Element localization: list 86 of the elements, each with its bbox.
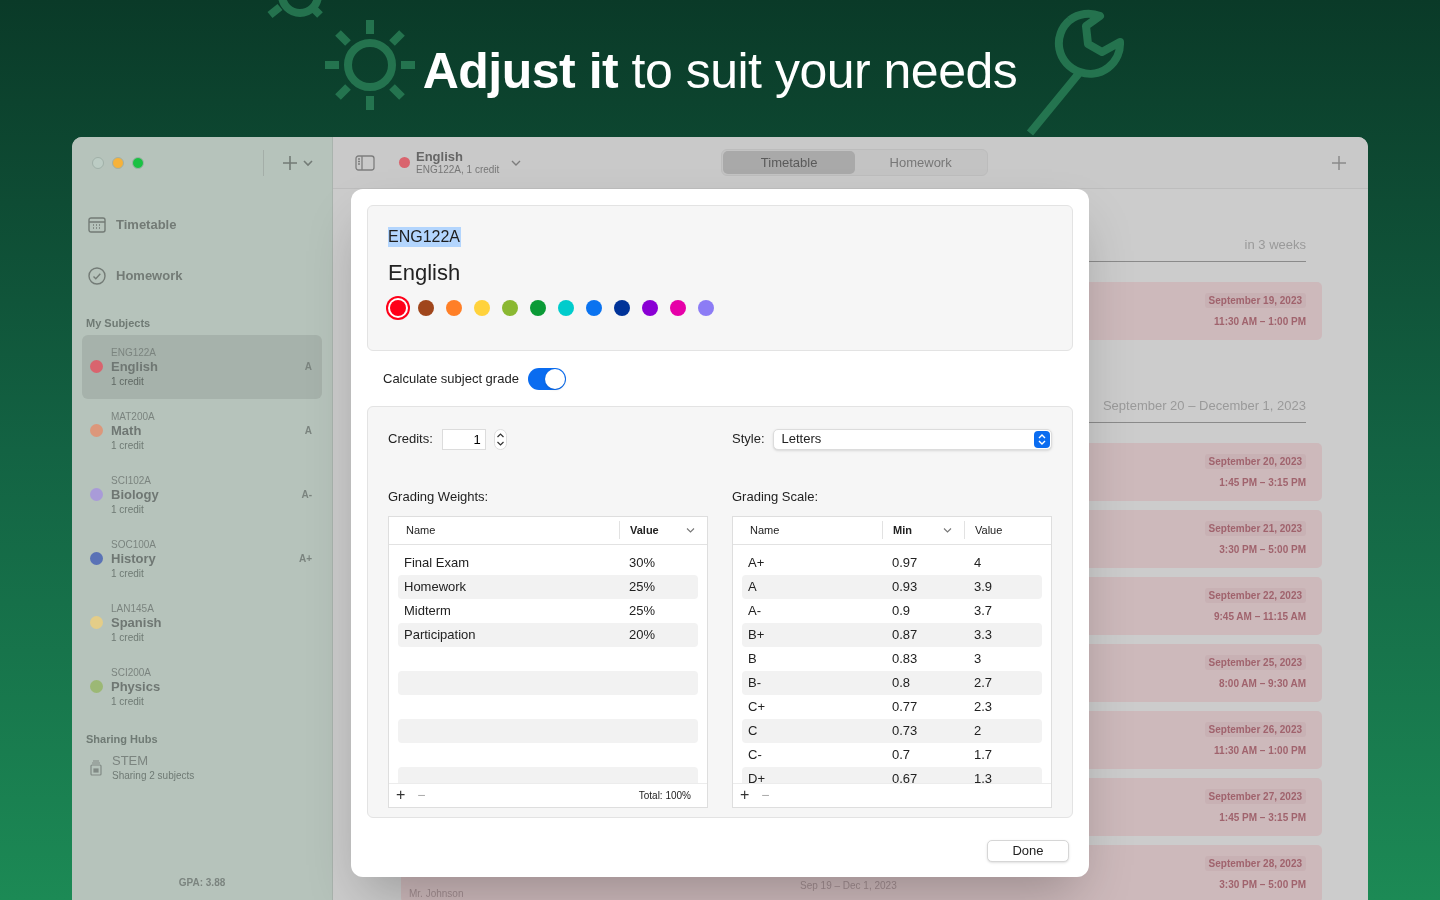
subject-code: SCI102A — [111, 473, 153, 487]
hub-name: STEM — [112, 753, 150, 769]
field-label: Style: — [732, 430, 765, 449]
hub-detail: Sharing 2 subjects — [112, 769, 195, 782]
lesson-date: September 21, 2023 — [1204, 521, 1306, 536]
table-cell-text: Homework — [403, 577, 468, 596]
table-cell-text: 0.9 — [891, 601, 912, 620]
lesson-time: 11:30 AM – 1:00 PM — [1214, 315, 1306, 328]
table-cell-text: A- — [747, 601, 762, 620]
table-cell-text: C+ — [747, 697, 766, 716]
subject-name: English — [111, 358, 159, 375]
lesson-date: September 27, 2023 — [1204, 789, 1306, 804]
subject-code: MAT200A — [111, 409, 156, 423]
table-cell-text: 1.3 — [973, 769, 994, 783]
lesson-date: September 19, 2023 — [1204, 293, 1306, 308]
table-cell-text: 25% — [628, 577, 657, 596]
headline: Adjust it to suit your needs — [421, 42, 1019, 100]
section-heading: Sharing Hubs — [85, 731, 159, 747]
table-cell-text: 3.7 — [973, 601, 994, 620]
table-cell-text: B+ — [747, 625, 766, 644]
field-label: Credits: — [388, 430, 433, 449]
table-cell-text: 0.67 — [891, 769, 919, 783]
table-cell-text: B — [747, 649, 758, 668]
table-title: Grading Scale: — [732, 488, 819, 507]
table-cell-text: 1.7 — [973, 745, 994, 764]
table-cell-text: A — [747, 577, 758, 596]
credit-count: 1 credit — [111, 502, 145, 516]
subject-name: Biology — [111, 486, 160, 503]
table-cell-text: 25% — [628, 601, 657, 620]
lesson-time: 3:30 PM – 5:00 PM — [1219, 878, 1306, 891]
table-cell-text: 3.3 — [973, 625, 994, 644]
credit-count: 1 credit — [111, 694, 145, 708]
lesson-date: September 26, 2023 — [1204, 722, 1306, 737]
credit-count: 1 credit — [111, 630, 145, 644]
lesson-time: 9:45 AM – 11:15 AM — [1213, 610, 1306, 623]
subject-name: Math — [111, 422, 143, 439]
table-cell-text: 3 — [973, 649, 983, 668]
table-cell-text: C — [747, 721, 759, 740]
table-cell-text: 4 — [973, 553, 983, 572]
credit-count: 1 credit — [111, 438, 145, 452]
table-cell-text: 2 — [973, 721, 983, 740]
table-cell-text: D+ — [747, 769, 766, 783]
table-cell-text: 0.73 — [891, 721, 919, 740]
table-cell-text: 0.8 — [891, 673, 912, 692]
table-cell-text: 0.83 — [891, 649, 919, 668]
toggle-label: Calculate subject grade — [383, 369, 519, 388]
lesson-time: 11:30 AM – 1:00 PM — [1214, 744, 1306, 757]
lesson-time: 8:00 AM – 9:30 AM — [1218, 677, 1306, 690]
table-cell-text: A+ — [747, 553, 766, 572]
subject-name: Spanish — [111, 614, 163, 631]
table-cell-text: 0.7 — [891, 745, 912, 764]
gpa-label: GPA: 3.88 — [177, 876, 227, 890]
table-cell-text: Final Exam — [403, 553, 471, 572]
table-cell-text: Participation — [403, 625, 477, 644]
table-title: Grading Weights: — [388, 488, 490, 507]
table-cell-text: 0.97 — [891, 553, 919, 572]
subject-code: SCI200A — [111, 665, 153, 679]
lesson-date: September 25, 2023 — [1204, 655, 1306, 670]
table-cell-text: Midterm — [403, 601, 452, 620]
subject-name: History — [111, 550, 157, 567]
table-cell-text: 3.9 — [973, 577, 994, 596]
table-cell-text: 2.3 — [973, 697, 994, 716]
lesson-date: September 20, 2023 — [1204, 454, 1306, 469]
lesson-time: 1:45 PM – 3:15 PM — [1219, 476, 1306, 489]
section-heading: My Subjects — [85, 316, 152, 331]
lesson-date: September 22, 2023 — [1204, 588, 1306, 603]
subject-name: Physics — [111, 678, 162, 695]
grade-label: A- — [301, 488, 312, 502]
table-cell-text: 2.7 — [973, 673, 994, 692]
subject-code: SOC100A — [111, 537, 158, 551]
table-cell-text: C- — [747, 745, 763, 764]
grade-label: A — [304, 424, 312, 438]
table-cell-text: 0.87 — [891, 625, 919, 644]
grade-label: A+ — [298, 552, 312, 566]
lesson-time: 3:30 PM – 5:00 PM — [1219, 543, 1306, 556]
table-cell-text: 0.77 — [891, 697, 919, 716]
table-cell-text: B- — [747, 673, 762, 692]
credit-count: 1 credit — [111, 566, 145, 580]
table-cell-text: 0.93 — [891, 577, 919, 596]
total-label: Total: 100% — [638, 788, 691, 803]
lesson-date: September 28, 2023 — [1204, 856, 1306, 871]
credit-count: 1 credit — [111, 374, 145, 388]
subject-code: LAN145A — [111, 601, 155, 615]
lesson-time: 1:45 PM – 3:15 PM — [1219, 811, 1306, 824]
table-cell-text: 20% — [628, 625, 657, 644]
table-cell-text: 30% — [628, 553, 657, 572]
